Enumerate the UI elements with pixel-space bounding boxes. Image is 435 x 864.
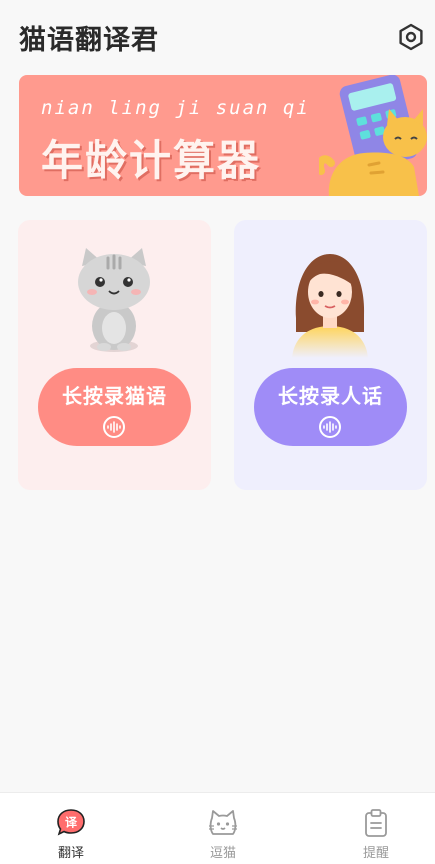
record-human-label: 长按录人话: [278, 384, 383, 408]
banner-pinyin: nian ling ji suan qi: [41, 97, 310, 119]
clipboard-icon: [365, 809, 387, 837]
nav-label-remind: 提醒: [362, 846, 389, 861]
record-human-button[interactable]: 长按录人话: [254, 368, 407, 446]
nav-item-translate[interactable]: 译 翻译: [31, 793, 111, 864]
record-cat-label: 长按录猫语: [62, 384, 167, 408]
nav-label-translate: 翻译: [57, 846, 84, 861]
nav-label-tease-cat: 逗猫: [209, 846, 236, 861]
settings-icon[interactable]: [396, 22, 426, 52]
bottom-nav: 译 翻译 逗猫 提醒: [0, 792, 435, 864]
girl-avatar-icon: [292, 254, 368, 358]
human-record-card: 长按录人话: [234, 220, 427, 490]
calculator-cat-illustration: [319, 75, 427, 196]
nav-item-remind[interactable]: 提醒: [336, 793, 416, 864]
app-header: 猫语翻译君: [0, 0, 435, 72]
svg-text:译: 译: [65, 816, 78, 830]
voice-wave-icon: [319, 416, 341, 438]
nav-item-tease-cat[interactable]: 逗猫: [183, 793, 263, 864]
translate-bubble-icon: 译: [57, 809, 85, 836]
cat-face-icon: [209, 810, 237, 835]
voice-wave-icon: [103, 416, 125, 438]
banner-title: 年龄计算器: [41, 136, 262, 185]
gray-cat-icon: [78, 248, 150, 352]
record-cat-button[interactable]: 长按录猫语: [38, 368, 191, 446]
cat-record-card: 长按录猫语: [18, 220, 211, 490]
age-calculator-banner[interactable]: nian ling ji suan qi 年龄计算器: [19, 75, 427, 196]
app-title: 猫语翻译君: [19, 25, 159, 56]
